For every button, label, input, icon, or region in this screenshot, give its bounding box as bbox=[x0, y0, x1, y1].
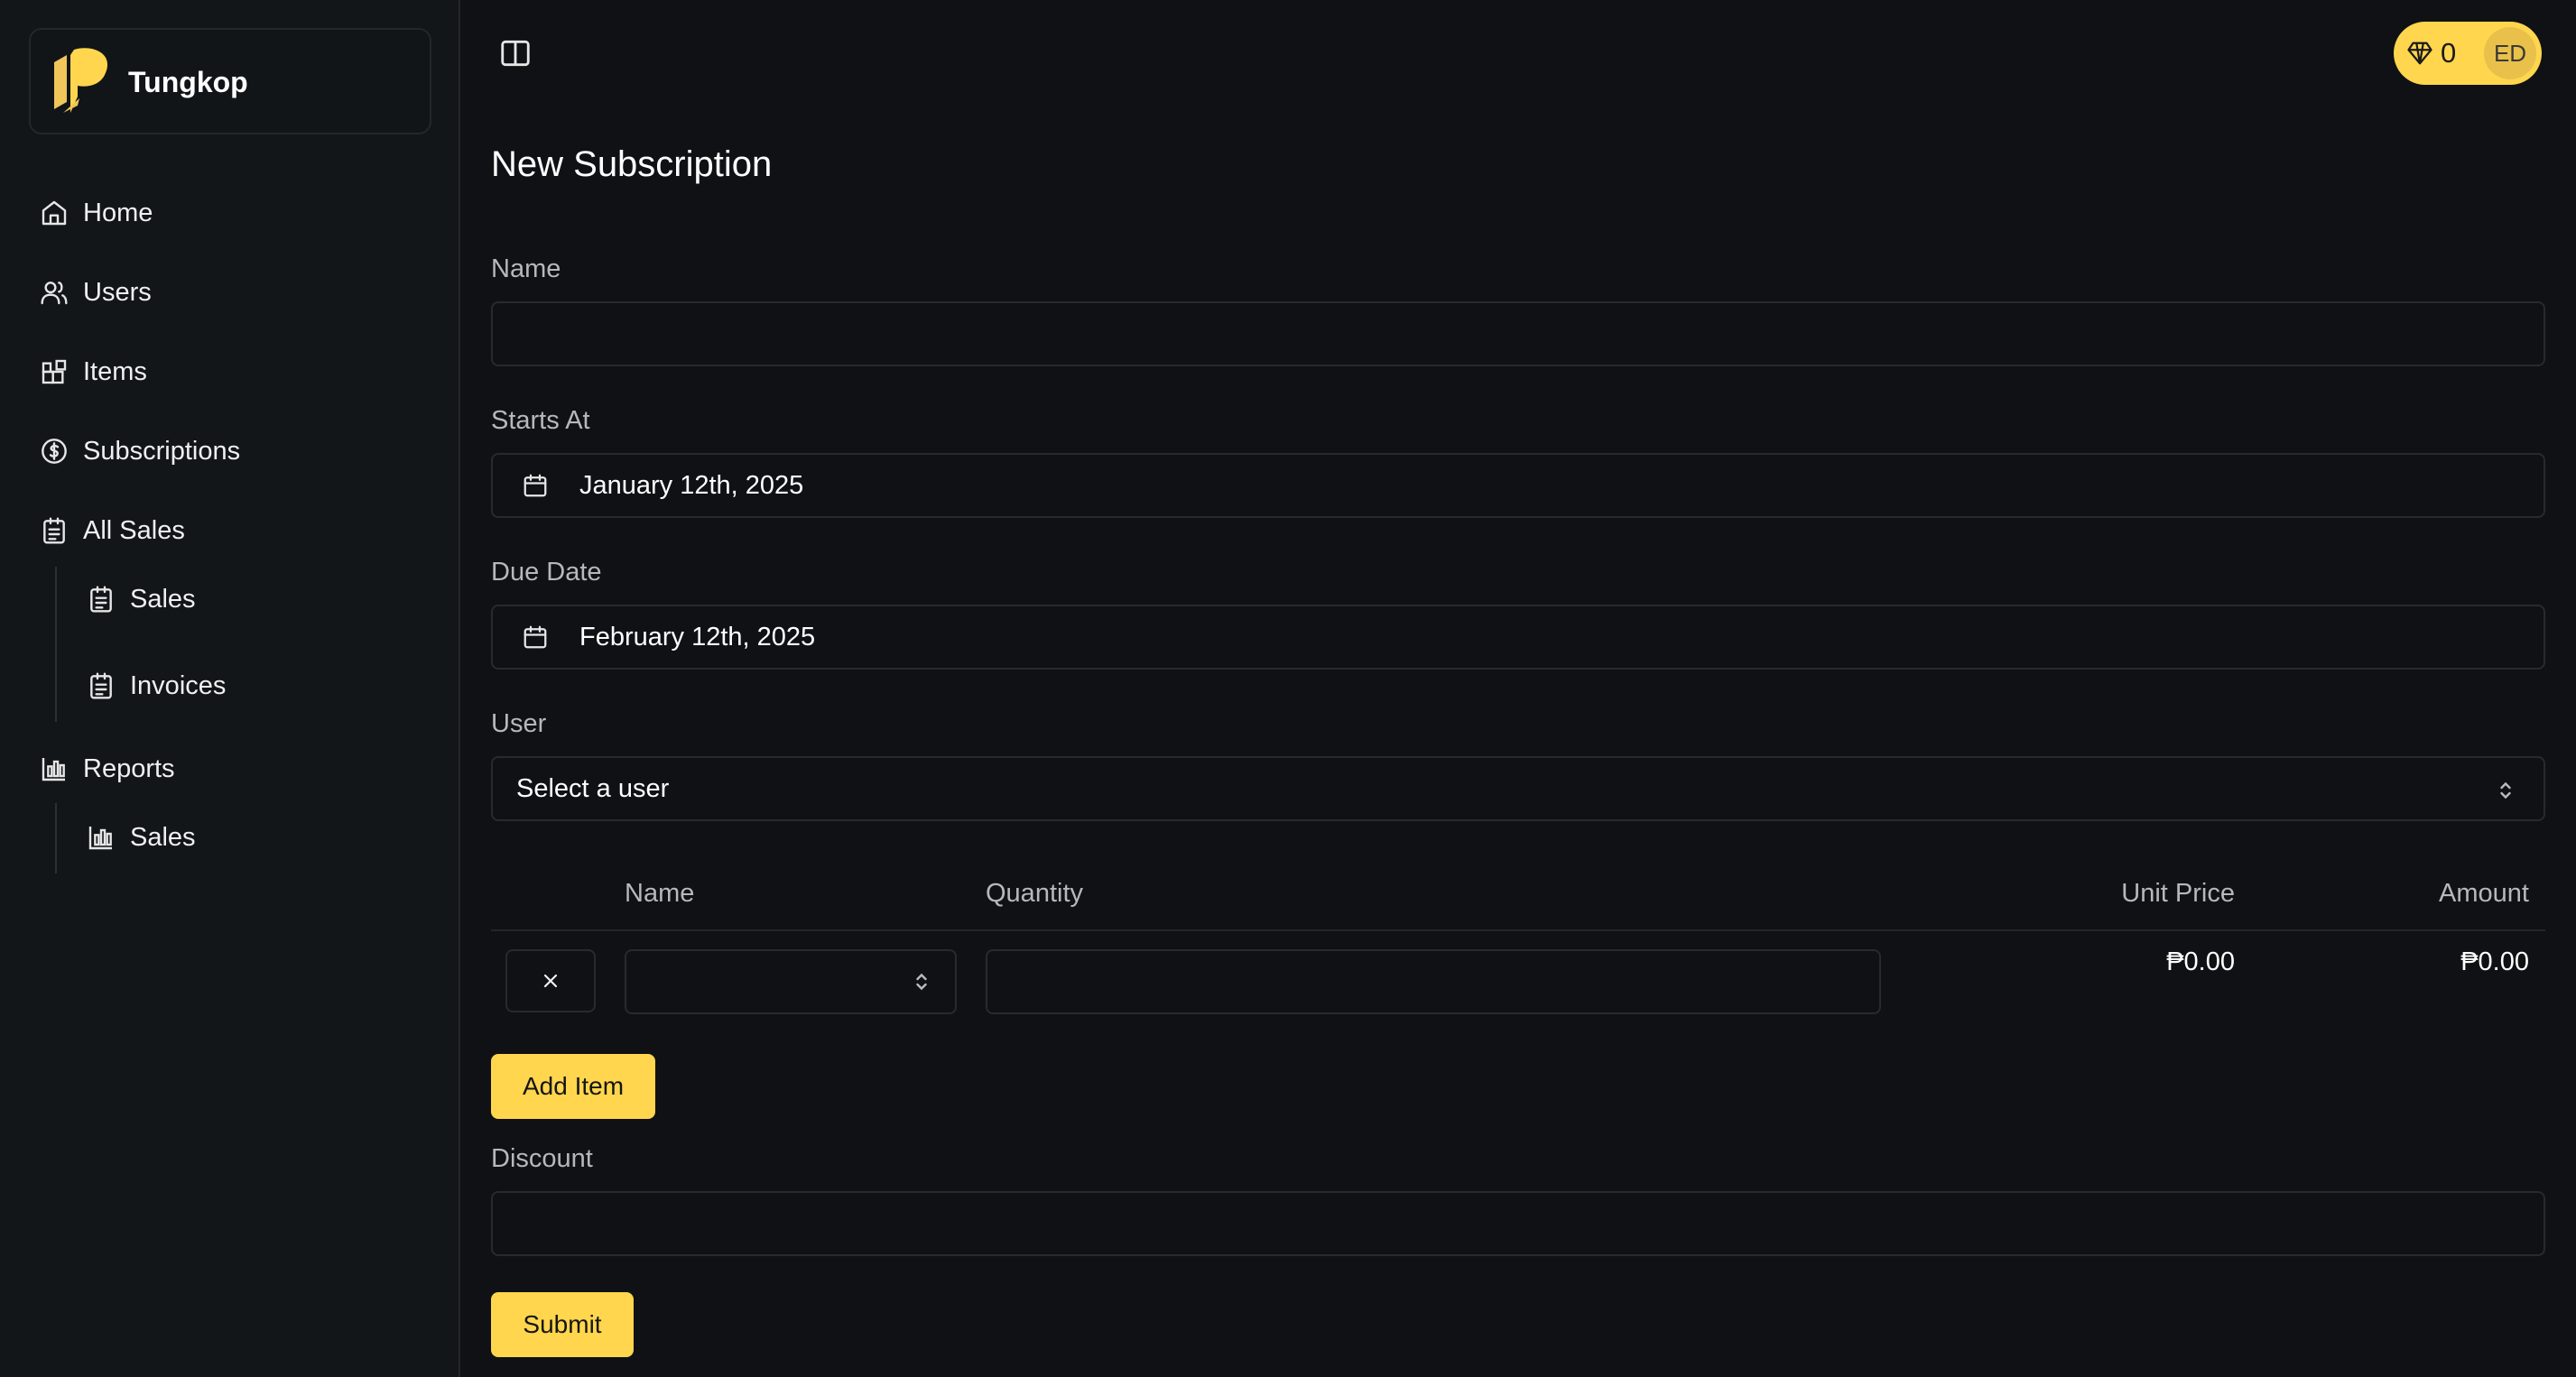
sidebar-item-label: Sales bbox=[130, 822, 196, 852]
submit-button[interactable]: Submit bbox=[491, 1292, 634, 1357]
bar-chart-icon bbox=[88, 827, 112, 850]
main-content: 0 ED New Subscription Name Starts At Jan… bbox=[462, 0, 2576, 1377]
user-select-value: Select a user bbox=[516, 773, 670, 803]
clipboard-icon bbox=[43, 517, 65, 544]
brand-card[interactable]: Tungkop bbox=[29, 28, 431, 134]
column-header-unit-price: Unit Price bbox=[2121, 879, 2235, 908]
brand-logo bbox=[54, 48, 108, 113]
item-name-select[interactable] bbox=[625, 949, 957, 1014]
users-icon bbox=[41, 282, 68, 305]
due-date-value: February 12th, 2025 bbox=[579, 622, 816, 652]
sidebar-item-items[interactable]: Items bbox=[40, 345, 147, 399]
sidebar-item-label: All Sales bbox=[83, 515, 185, 545]
sidebar-item-label: Items bbox=[83, 356, 147, 386]
brand-name: Tungkop bbox=[128, 66, 248, 98]
user-select[interactable]: Select a user bbox=[491, 756, 2545, 821]
item-amount: ₱0.00 bbox=[2460, 947, 2529, 976]
credits-count: 0 bbox=[2441, 37, 2457, 69]
name-label: Name bbox=[491, 254, 561, 283]
discount-input[interactable] bbox=[491, 1191, 2545, 1256]
item-unit-price: ₱0.00 bbox=[2166, 947, 2235, 976]
home-icon bbox=[42, 200, 67, 226]
add-item-button[interactable]: Add Item bbox=[491, 1054, 655, 1119]
discount-label: Discount bbox=[491, 1144, 593, 1173]
sidebar-item-subscriptions[interactable]: Subscriptions bbox=[40, 424, 240, 478]
due-date-picker[interactable]: February 12th, 2025 bbox=[491, 605, 2545, 670]
chevron-up-down-icon bbox=[916, 973, 927, 991]
sidebar-item-label: Home bbox=[83, 198, 153, 227]
avatar[interactable]: ED bbox=[2484, 27, 2536, 79]
column-header-quantity: Quantity bbox=[986, 879, 1083, 908]
sidebar-item-label: Reports bbox=[83, 753, 175, 783]
sidebar-item-label: Sales bbox=[130, 584, 196, 614]
bar-chart-icon bbox=[42, 758, 65, 781]
sidebar-item-report-sales[interactable]: Sales bbox=[87, 810, 196, 864]
column-header-name: Name bbox=[625, 879, 695, 908]
remove-item-button[interactable] bbox=[505, 949, 596, 1012]
close-icon bbox=[543, 974, 558, 988]
clipboard-icon bbox=[90, 672, 112, 699]
name-input[interactable] bbox=[491, 301, 2545, 366]
sidebar-item-invoices[interactable]: Invoices bbox=[87, 659, 226, 713]
due-date-label: Due Date bbox=[491, 558, 602, 587]
column-header-amount: Amount bbox=[2439, 879, 2529, 908]
credits-badge[interactable]: 0 ED bbox=[2394, 22, 2542, 85]
sidebar-item-reports[interactable]: Reports bbox=[40, 742, 175, 796]
starts-at-date-picker[interactable]: January 12th, 2025 bbox=[491, 453, 2545, 518]
items-icon bbox=[42, 359, 67, 384]
dollar-circle-icon bbox=[42, 439, 67, 464]
sidebar-item-label: Invoices bbox=[130, 670, 227, 700]
gem-icon bbox=[2407, 42, 2432, 65]
sidebar-toggle-icon[interactable] bbox=[498, 36, 533, 70]
calendar-icon bbox=[524, 625, 547, 649]
page-title: New Subscription bbox=[491, 144, 773, 184]
table-divider bbox=[491, 929, 2545, 931]
calendar-icon bbox=[524, 474, 547, 497]
starts-at-value: January 12th, 2025 bbox=[579, 470, 804, 500]
starts-at-label: Starts At bbox=[491, 406, 590, 435]
sidebar-item-label: Subscriptions bbox=[83, 436, 241, 466]
item-quantity-input[interactable] bbox=[986, 949, 1881, 1014]
sidebar-item-users[interactable]: Users bbox=[40, 265, 152, 319]
sidebar-item-home[interactable]: Home bbox=[40, 186, 153, 240]
sidebar-item-label: Users bbox=[83, 277, 152, 307]
chevron-up-down-icon bbox=[2500, 781, 2511, 799]
clipboard-icon bbox=[90, 586, 112, 613]
subnav-divider bbox=[55, 803, 57, 873]
sidebar-item-sales[interactable]: Sales bbox=[87, 572, 196, 626]
subnav-divider bbox=[55, 567, 57, 722]
sidebar: Tungkop Home Users Items Subscriptions A… bbox=[0, 0, 460, 1377]
sidebar-item-all-sales[interactable]: All Sales bbox=[40, 504, 185, 558]
user-label: User bbox=[491, 709, 547, 738]
